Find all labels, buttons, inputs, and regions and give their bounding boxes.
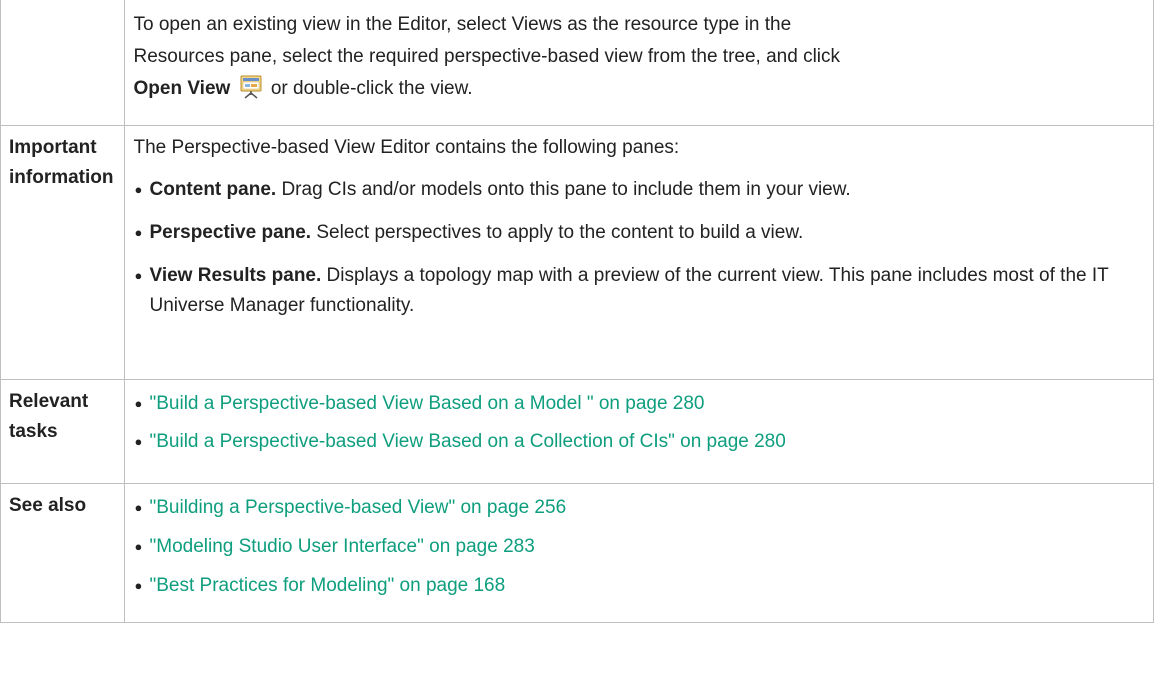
table-row: Important information The Perspective-ba… bbox=[0, 125, 1154, 380]
link-building-view[interactable]: "Building a Perspective-based View" on p… bbox=[150, 497, 567, 518]
info-table: To open an existing view in the Editor, … bbox=[0, 0, 1154, 623]
intro-cell: To open an existing view in the Editor, … bbox=[123, 0, 1154, 126]
link-build-view-model[interactable]: "Build a Perspective-based View Based on… bbox=[150, 393, 705, 414]
table-row: To open an existing view in the Editor, … bbox=[0, 0, 1154, 126]
open-view-icon bbox=[240, 75, 262, 110]
open-view-label: Open View bbox=[133, 78, 231, 99]
list-item: ● Content pane. Drag CIs and/or models o… bbox=[134, 175, 1146, 205]
table-row: See also ● "Building a Perspective-based… bbox=[0, 483, 1154, 623]
see-also-list: ● "Building a Perspective-based View" on… bbox=[134, 484, 1146, 601]
relevant-cell: ● "Build a Perspective-based View Based … bbox=[123, 379, 1154, 484]
bullet-icon: ● bbox=[134, 396, 143, 411]
link-best-practices[interactable]: "Best Practices for Modeling" on page 16… bbox=[150, 575, 506, 596]
intro-line3-tail: or double-click the view. bbox=[270, 78, 473, 99]
pane-list: ● Content pane. Drag CIs and/or models o… bbox=[134, 175, 1146, 321]
table-row: Relevant tasks ● "Build a Perspective-ba… bbox=[0, 379, 1154, 484]
list-item: ● "Build a Perspective-based View Based … bbox=[134, 427, 1146, 457]
see-also-cell: ● "Building a Perspective-based View" on… bbox=[123, 483, 1154, 623]
bullet-icon: ● bbox=[134, 578, 143, 593]
see-also-label: See also bbox=[0, 483, 125, 623]
list-item: ● "Best Practices for Modeling" on page … bbox=[134, 571, 1146, 601]
link-modeling-studio-ui[interactable]: "Modeling Studio User Interface" on page… bbox=[150, 536, 535, 557]
intro-line1: To open an existing view in the Editor, … bbox=[133, 14, 792, 35]
list-item: ● "Modeling Studio User Interface" on pa… bbox=[134, 532, 1146, 562]
empty-label-cell bbox=[0, 0, 125, 126]
bullet-icon: ● bbox=[134, 182, 143, 197]
important-label: Important information bbox=[0, 125, 125, 380]
bullet-icon: ● bbox=[134, 500, 143, 515]
list-item: ● "Building a Perspective-based View" on… bbox=[134, 493, 1146, 523]
link-build-view-collection[interactable]: "Build a Perspective-based View Based on… bbox=[150, 431, 786, 452]
important-cell: The Perspective-based View Editor contai… bbox=[123, 125, 1154, 380]
list-item: ● "Build a Perspective-based View Based … bbox=[134, 389, 1146, 419]
relevant-task-list: ● "Build a Perspective-based View Based … bbox=[134, 380, 1146, 457]
intro-paragraph: To open an existing view in the Editor, … bbox=[134, 0, 1146, 110]
list-item: ● View Results pane. Displays a topology… bbox=[134, 261, 1146, 321]
bullet-icon: ● bbox=[134, 539, 143, 554]
relevant-label: Relevant tasks bbox=[0, 379, 125, 484]
important-lead: The Perspective-based View Editor contai… bbox=[133, 137, 680, 158]
intro-line2: Resources pane, select the required pers… bbox=[133, 46, 841, 67]
list-item: ● Perspective pane. Select perspectives … bbox=[134, 218, 1146, 248]
bullet-icon: ● bbox=[134, 225, 143, 240]
bullet-icon: ● bbox=[134, 268, 143, 283]
bullet-icon: ● bbox=[134, 434, 143, 449]
